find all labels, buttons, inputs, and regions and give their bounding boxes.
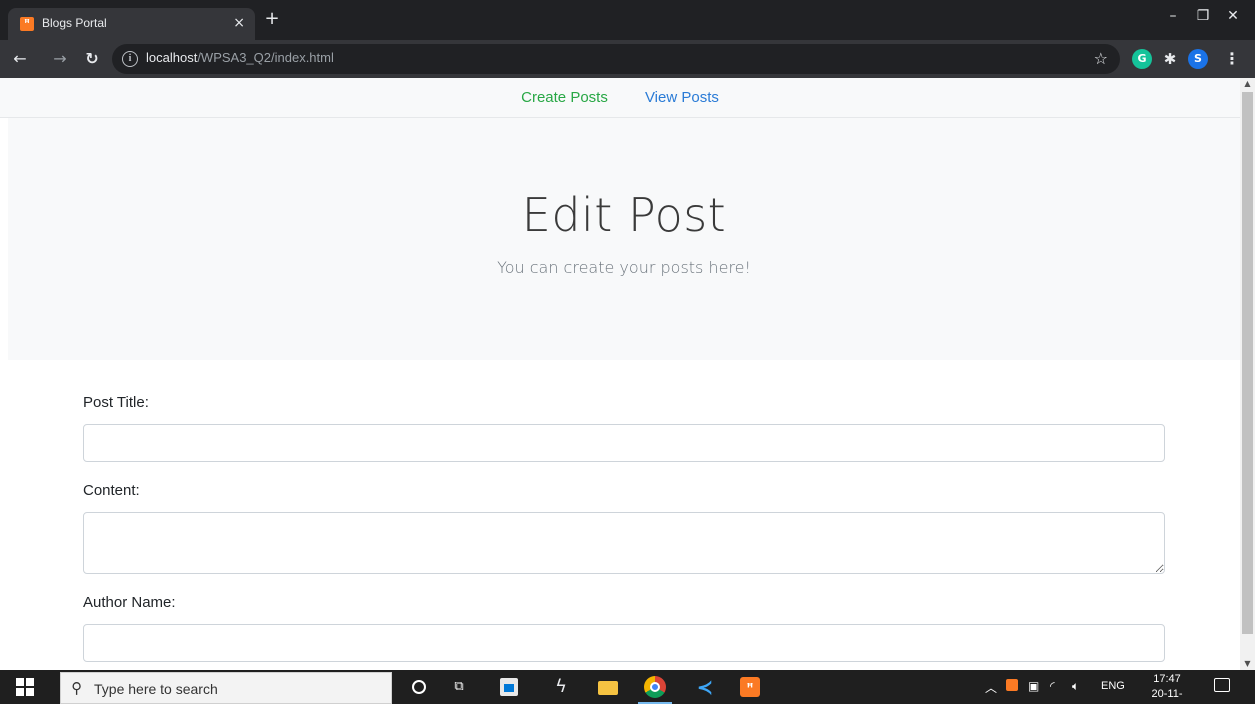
profile-avatar[interactable]: S: [1188, 49, 1208, 69]
windows-taskbar: ⚲ Type here to search ⧉ ϟ ≺ ꟸ ︿ ▣ ◜ 🔈︎ E…: [0, 670, 1255, 715]
url-host: localhost: [146, 50, 198, 65]
page-title: Edit Post: [521, 188, 727, 242]
chrome-icon[interactable]: [644, 676, 666, 698]
page-viewport: Create Posts View Posts Edit Post You ca…: [0, 78, 1240, 670]
cortana-icon[interactable]: [412, 680, 426, 694]
search-icon: ⚲: [71, 679, 82, 697]
taskbar-search-placeholder: Type here to search: [94, 681, 218, 697]
close-window-button[interactable]: ✕: [1218, 8, 1248, 24]
nav-link-view-posts[interactable]: View Posts: [629, 78, 735, 118]
grammarly-extension-icon[interactable]: G: [1132, 49, 1152, 69]
scroll-down-arrow-icon[interactable]: ▼: [1240, 658, 1255, 670]
edit-post-form: Post Title: Content: Author Name:: [83, 394, 1165, 662]
store-icon[interactable]: [500, 678, 518, 696]
tray-date: 20-11-2020: [1151, 688, 1183, 715]
extensions-puzzle-icon[interactable]: ✱: [1160, 49, 1180, 69]
taskbar-search-box[interactable]: ⚲ Type here to search: [60, 672, 392, 704]
post-title-input[interactable]: [83, 424, 1165, 462]
xampp-favicon-icon: ꟸ: [20, 17, 34, 31]
vscode-icon[interactable]: ≺: [694, 676, 716, 698]
nav-link-create-posts[interactable]: Create Posts: [505, 78, 624, 118]
page-subtitle: You can create your posts here!: [497, 258, 751, 277]
tray-time: 17:47: [1153, 673, 1181, 685]
tray-volume-icon[interactable]: 🔈︎: [1072, 679, 1079, 694]
site-navbar: Create Posts View Posts: [0, 78, 1240, 118]
bookmark-star-icon[interactable]: ☆: [1094, 49, 1108, 68]
reload-icon[interactable]: ↻: [82, 49, 102, 69]
new-tab-button[interactable]: +: [262, 10, 282, 30]
scroll-up-arrow-icon[interactable]: ▲: [1240, 78, 1255, 90]
back-arrow-icon[interactable]: ←: [10, 49, 30, 69]
tray-chevron-up-icon[interactable]: ︿: [985, 679, 997, 696]
page-scrollbar[interactable]: ▲ ▼: [1240, 78, 1255, 670]
content-label: Content:: [83, 482, 140, 499]
windows-start-icon[interactable]: [16, 678, 34, 696]
tray-clock[interactable]: 17:47 20-11-2020: [1142, 672, 1192, 717]
restore-button[interactable]: ❐: [1188, 8, 1218, 24]
browser-tab[interactable]: ꟸ Blogs Portal ×: [8, 8, 255, 40]
xampp-icon[interactable]: ꟸ: [740, 677, 760, 697]
url-text[interactable]: localhost/WPSA3_Q2/index.html: [146, 50, 334, 65]
url-path: /WPSA3_Q2/index.html: [197, 50, 334, 65]
browser-toolbar: ← → ↻ i localhost/WPSA3_Q2/index.html ☆ …: [0, 40, 1255, 78]
address-bar[interactable]: i localhost/WPSA3_Q2/index.html ☆: [112, 44, 1120, 74]
browser-menu-icon[interactable]: ⋮: [1222, 49, 1242, 68]
task-view-icon[interactable]: ⧉: [448, 676, 470, 698]
tray-wifi-icon[interactable]: ◜: [1050, 679, 1055, 693]
scrollbar-thumb[interactable]: [1242, 92, 1253, 634]
minimize-button[interactable]: –: [1158, 8, 1188, 24]
content-textarea[interactable]: [83, 512, 1165, 574]
tray-network-icon[interactable]: ▣: [1028, 679, 1039, 693]
hero-banner: Edit Post You can create your posts here…: [8, 118, 1240, 360]
tab-title: Blogs Portal: [42, 16, 107, 30]
info-icon[interactable]: i: [122, 51, 138, 67]
post-title-label: Post Title:: [83, 394, 149, 411]
notification-center-icon[interactable]: [1214, 678, 1230, 692]
tray-xampp-icon[interactable]: [1006, 679, 1018, 691]
browser-tab-bar: ꟸ Blogs Portal × + – ❐ ✕: [0, 0, 1255, 40]
forward-arrow-icon[interactable]: →: [50, 49, 70, 69]
file-explorer-icon[interactable]: [598, 681, 618, 695]
app-bolt-icon[interactable]: ϟ: [550, 676, 572, 698]
author-name-input[interactable]: [83, 624, 1165, 662]
tab-close-icon[interactable]: ×: [233, 14, 245, 32]
author-name-label: Author Name:: [83, 594, 176, 611]
tray-language[interactable]: ENG: [1101, 680, 1125, 692]
